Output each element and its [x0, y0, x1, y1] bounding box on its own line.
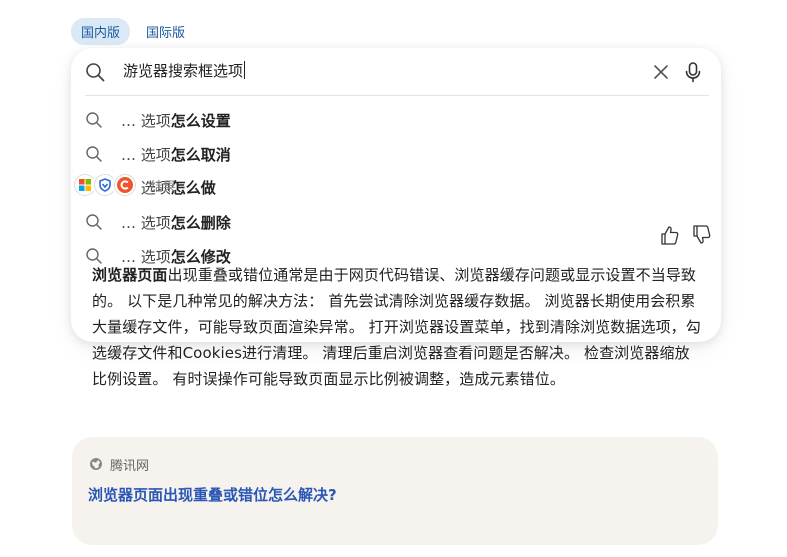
tab-international[interactable]: 国际版: [136, 18, 195, 45]
suggestion-completion: 怎么删除: [170, 214, 231, 232]
suggestion-text: … 选项怎么设置: [121, 110, 231, 131]
suggestion-item[interactable]: … 选项怎么设置: [71, 105, 721, 135]
source-title-link[interactable]: 浏览器页面出现重叠或错位怎么解决?: [88, 484, 337, 505]
thumbs-up-icon[interactable]: [660, 224, 680, 246]
source-site-name: 腾讯网: [110, 459, 150, 474]
answer-lead: 浏览器页面: [92, 266, 168, 284]
suggestion-completion: 怎么取消: [170, 146, 231, 164]
search-icon: [85, 62, 105, 86]
answer-text-overlay: 浏览器页面出现重叠或错位通常是由于网页代码错误、浏览器缓存问题或显示设置不当导致…: [92, 262, 704, 392]
search-icon: [85, 213, 103, 235]
source-card[interactable]: 腾讯网 浏览器页面出现重叠或错位怎么解决?: [72, 437, 718, 545]
search-icon: [85, 111, 103, 133]
tab-domestic[interactable]: 国内版: [71, 18, 131, 45]
search-bar: 游览器搜索框选项: [71, 48, 721, 96]
partial-results-label-overlay: 结果: [150, 180, 177, 195]
region-tabs: 国内版 国际版: [71, 18, 195, 45]
suggestion-completion: 怎么设置: [170, 112, 231, 130]
source-app-icons-overlay: [74, 174, 136, 196]
suggestion-prefix: … 选项: [121, 214, 171, 232]
search-input-value: 游览器搜索框选项: [123, 62, 244, 80]
clear-icon[interactable]: [651, 62, 671, 82]
thumbs-down-icon[interactable]: [692, 224, 712, 246]
shield-icon: [94, 174, 116, 196]
search-divider: [85, 95, 709, 96]
answer-body: 出现重叠或错位通常是由于网页代码错误、浏览器缓存问题或显示设置不当导致的。 以下…: [92, 266, 701, 388]
suggestion-prefix: … 选项: [121, 112, 171, 130]
search-input[interactable]: 游览器搜索框选项: [123, 60, 643, 84]
feedback-buttons-overlay: [660, 224, 712, 246]
suggestion-prefix: … 选项: [121, 146, 171, 164]
suggestion-completion: 怎么做: [170, 179, 216, 197]
suggestion-item[interactable]: … 选项怎么删除: [71, 207, 721, 237]
c-logo-icon: [114, 174, 136, 196]
suggestion-text: … 选项怎么删除: [121, 212, 231, 233]
suggestion-text: … 选项怎么取消: [121, 144, 231, 165]
windows-logo-icon: [74, 174, 96, 196]
globe-icon: [89, 456, 103, 475]
microphone-icon[interactable]: [683, 61, 703, 83]
search-icon: [85, 145, 103, 167]
suggestion-item[interactable]: … 选项怎么取消: [71, 139, 721, 169]
text-caret: [244, 61, 246, 79]
